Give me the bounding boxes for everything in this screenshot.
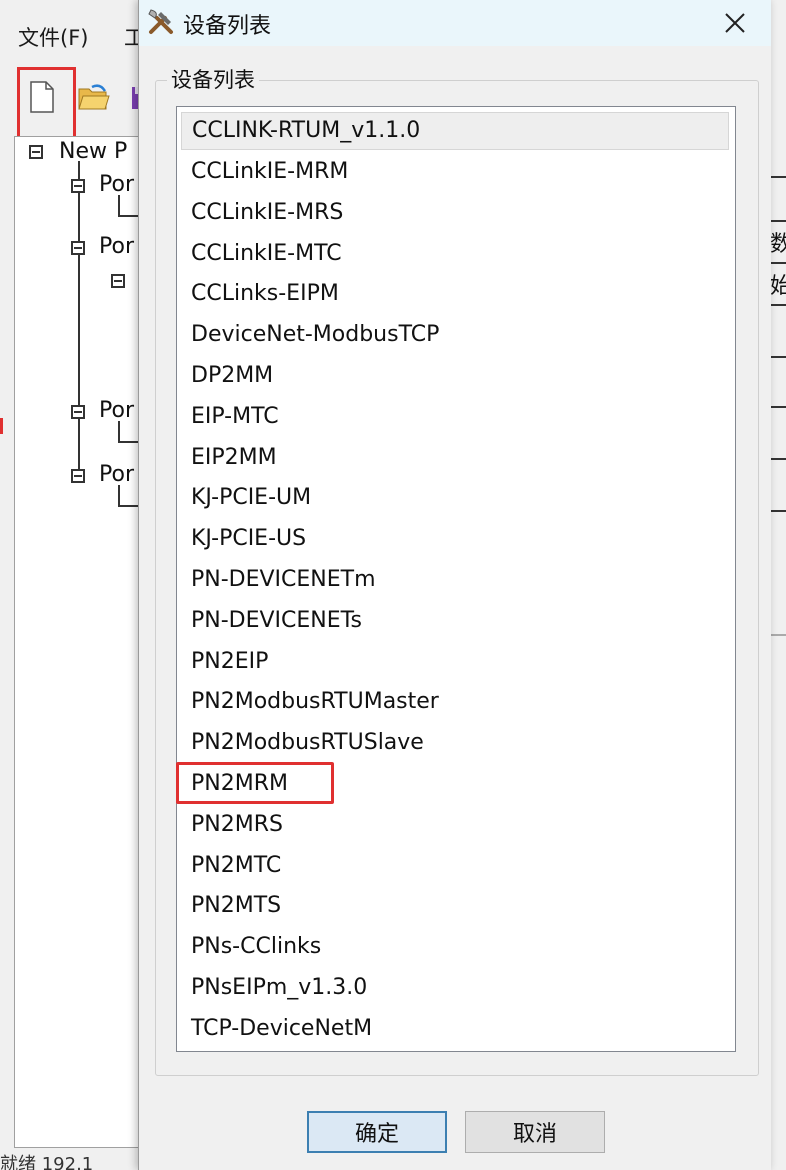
list-item[interactable]: PN-DEVICENETm (191, 561, 376, 599)
grid-line (770, 510, 786, 512)
open-folder-icon (78, 84, 110, 110)
tree-port-label[interactable]: Por (99, 172, 134, 197)
tree-port-label[interactable]: Por (99, 398, 134, 423)
tree-line (78, 161, 80, 476)
tree-expander-icon[interactable] (71, 405, 85, 419)
status-bar: 就绪 192.1 (0, 1154, 94, 1170)
dialog-titlebar[interactable]: 设备列表 (139, 0, 771, 46)
cancel-button[interactable]: 取消 (465, 1111, 605, 1153)
list-item[interactable]: CCLinkIE-MTC (191, 235, 342, 273)
group-label: 设备列表 (167, 64, 259, 94)
red-marker (0, 418, 3, 434)
device-list-dialog: 设备列表 设备列表 CCLINK-RTUM_v1.1.0 CCLinkIE-MR… (138, 0, 771, 1170)
list-item[interactable]: PN2MTS (191, 887, 281, 925)
tree-root-label[interactable]: New P (59, 139, 127, 164)
list-item[interactable]: TCP-DeviceNetM (191, 1010, 372, 1048)
ok-button[interactable]: 确定 (307, 1111, 447, 1153)
list-item[interactable]: PNsEIPm_v1.3.0 (191, 969, 367, 1007)
list-item[interactable]: PN-DEVICENETs (191, 602, 362, 640)
menu-bar: 文件(F) 工 (0, 16, 160, 60)
tree-port-label[interactable]: Por (99, 234, 134, 259)
dialog-title: 设备列表 (183, 14, 272, 39)
grid-line (770, 356, 786, 358)
tree-line (118, 505, 140, 507)
tree-line (118, 441, 140, 443)
right-panel-edge: 数 始 (770, 120, 786, 1170)
close-button[interactable] (705, 0, 765, 46)
menu-file[interactable]: 文件(F) (18, 22, 88, 52)
tree-port-label[interactable]: Por (99, 462, 134, 487)
list-item[interactable]: PN2ModbusRTUSlave (191, 724, 424, 762)
grid-line (770, 220, 786, 222)
tools-icon (148, 9, 173, 34)
list-item[interactable]: PN2EIP (191, 643, 268, 681)
tree-line (118, 421, 120, 443)
grid-line (770, 262, 786, 264)
list-item[interactable]: DeviceNet-ModbusTCP (191, 316, 439, 354)
tree-expander-icon[interactable] (29, 145, 43, 159)
list-item-selected[interactable]: CCLINK-RTUM_v1.1.0 (181, 112, 729, 150)
new-button-highlight (17, 67, 76, 139)
tree-expander-icon[interactable] (71, 469, 85, 483)
list-item[interactable]: KJ-PCIE-UM (191, 479, 311, 517)
list-item[interactable]: DP2MM (191, 357, 273, 395)
list-item[interactable]: CCLinkIE-MRM (191, 153, 348, 191)
list-item[interactable]: PN2ModbusRTUMaster (191, 683, 439, 721)
tree-line (118, 215, 140, 217)
tree-line (118, 485, 120, 507)
list-item[interactable]: EIP2MM (191, 439, 277, 477)
project-tree: New P Por Por Por Por (14, 136, 156, 1148)
pn2mrm-highlight (176, 762, 334, 804)
grid-line (770, 304, 786, 306)
grid-line (770, 406, 786, 408)
tree-line (118, 195, 120, 217)
close-icon (725, 13, 745, 33)
list-item[interactable]: PNs-CClinks (191, 928, 321, 966)
right-panel-text: 数 (770, 232, 786, 257)
tree-expander-icon[interactable] (111, 274, 125, 288)
list-item[interactable]: PN2MRS (191, 806, 283, 844)
open-file-button[interactable] (76, 70, 112, 124)
right-panel-text: 始 (770, 274, 786, 299)
list-item[interactable]: EIP-MTC (191, 398, 279, 436)
tree-expander-icon[interactable] (71, 241, 85, 255)
grid-line (770, 634, 786, 636)
grid-line (770, 176, 786, 178)
grid-line (770, 458, 786, 460)
list-item[interactable]: KJ-PCIE-US (191, 520, 306, 558)
device-listbox[interactable]: CCLINK-RTUM_v1.1.0 CCLinkIE-MRM CCLinkIE… (176, 106, 736, 1052)
list-item[interactable]: CCLinkIE-MRS (191, 194, 343, 232)
tree-expander-icon[interactable] (71, 179, 85, 193)
list-item[interactable]: CCLinks-EIPM (191, 275, 339, 313)
list-item[interactable]: PN2MTC (191, 847, 281, 885)
